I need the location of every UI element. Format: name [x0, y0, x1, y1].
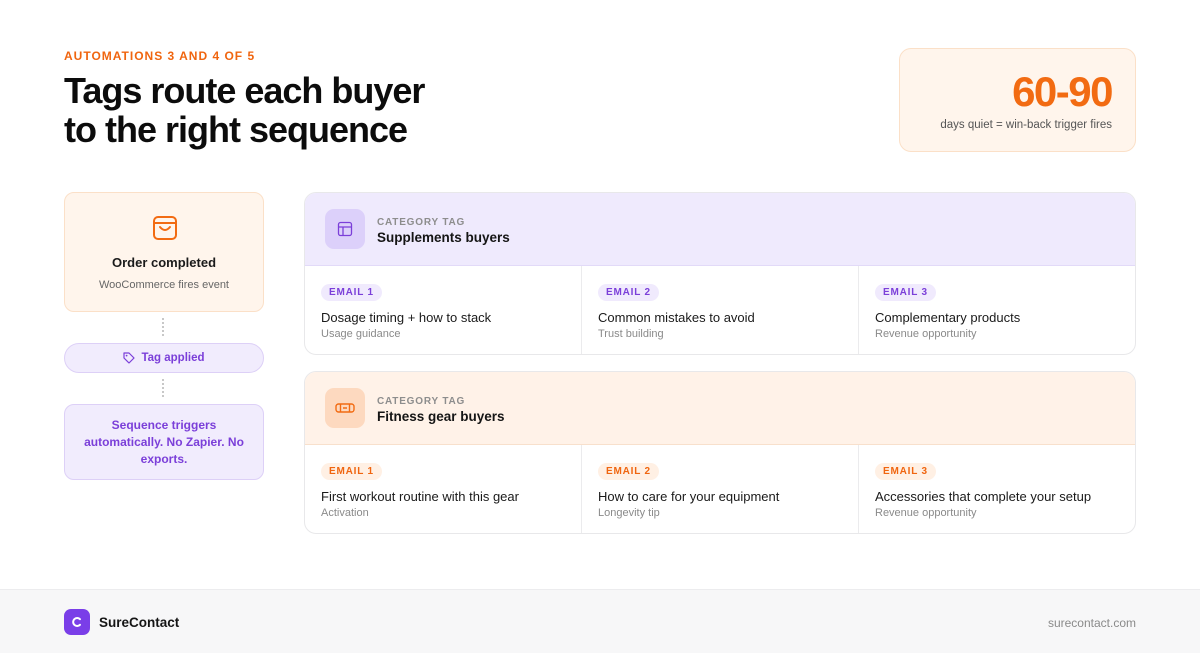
flow-connector: [162, 379, 166, 397]
site-link[interactable]: surecontact.com: [1048, 616, 1136, 630]
email-subtitle: Trust building: [598, 328, 664, 340]
email-title: Complementary products: [875, 310, 1021, 325]
sequence-trigger-card: Sequence triggers automatically. No Zapi…: [64, 404, 264, 480]
order-title: Order completed: [111, 255, 217, 270]
category-header: CATEGORY TAG Fitness gear buyers: [305, 372, 1135, 445]
email-title: Accessories that complete your setup: [875, 489, 1092, 504]
category-panel-supplements: CATEGORY TAG Supplements buyers EMAIL 1 …: [304, 192, 1136, 355]
layout-icon: [337, 221, 353, 237]
brand-logo[interactable]: [64, 609, 90, 635]
tag-applied-label: Tag applied: [141, 352, 205, 364]
eyebrow-label: AUTOMATIONS 3 AND 4 OF 5: [64, 49, 256, 63]
surecontact-logo-icon: [72, 617, 81, 627]
page-title: Tags route each buyer to the right seque…: [64, 71, 484, 149]
email-badge: EMAIL 1: [321, 284, 382, 301]
category-tag-label: CATEGORY TAG: [377, 396, 466, 407]
email-subtitle: Usage guidance: [321, 328, 401, 340]
category-panel-fitness: CATEGORY TAG Fitness gear buyers EMAIL 1…: [304, 371, 1136, 534]
email-title: How to care for your equipment: [598, 489, 780, 504]
brand-name: SureContact: [99, 615, 180, 630]
title-line-2: to the right sequence: [64, 109, 408, 150]
title-line-1: Tags route each buyer: [64, 70, 425, 111]
tag-applied-pill: Tag applied: [64, 343, 264, 373]
email-title: Common mistakes to avoid: [598, 310, 755, 325]
email-card: EMAIL 1 First workout routine with this …: [305, 445, 582, 533]
email-card: EMAIL 1 Dosage timing + how to stack Usa…: [305, 266, 582, 354]
email-badge: EMAIL 1: [321, 463, 382, 480]
email-list: EMAIL 1 Dosage timing + how to stack Usa…: [305, 266, 1135, 354]
category-name: Supplements buyers: [377, 230, 510, 245]
email-subtitle: Longevity tip: [598, 507, 660, 519]
email-subtitle: Revenue opportunity: [875, 507, 977, 519]
email-title: First workout routine with this gear: [321, 489, 519, 504]
category-header: CATEGORY TAG Supplements buyers: [305, 193, 1135, 266]
dumbbell-icon: [335, 403, 355, 413]
email-card: EMAIL 2 How to care for your equipment L…: [582, 445, 859, 533]
category-tag-label: CATEGORY TAG: [377, 217, 466, 228]
email-card: EMAIL 3 Complementary products Revenue o…: [859, 266, 1135, 354]
email-card: EMAIL 2 Common mistakes to avoid Trust b…: [582, 266, 859, 354]
email-title: Dosage timing + how to stack: [321, 310, 492, 325]
tag-icon: [123, 352, 136, 364]
email-list: EMAIL 1 First workout routine with this …: [305, 445, 1135, 533]
stat-card: 60-90 days quiet = win-back trigger fire…: [899, 48, 1136, 152]
category-icon-box: [325, 209, 365, 249]
email-badge: EMAIL 3: [875, 284, 936, 301]
footer: SureContact surecontact.com: [0, 589, 1200, 653]
email-subtitle: Activation: [321, 507, 369, 519]
category-name: Fitness gear buyers: [377, 409, 505, 424]
email-badge: EMAIL 2: [598, 463, 659, 480]
shopping-bag-icon: [153, 216, 177, 240]
flow-connector: [162, 318, 166, 336]
email-badge: EMAIL 2: [598, 284, 659, 301]
email-subtitle: Revenue opportunity: [875, 328, 977, 340]
category-icon-box: [325, 388, 365, 428]
stat-value: 60-90: [1012, 68, 1113, 115]
order-completed-card: Order completed WooCommerce fires event: [64, 192, 264, 312]
email-card: EMAIL 3 Accessories that complete your s…: [859, 445, 1135, 533]
order-subtitle: WooCommerce fires event: [98, 279, 229, 291]
stat-caption: days quiet = win-back trigger fires: [940, 119, 1112, 131]
sequence-trigger-text: Sequence triggers automatically. No Zapi…: [84, 417, 244, 466]
email-badge: EMAIL 3: [875, 463, 936, 480]
